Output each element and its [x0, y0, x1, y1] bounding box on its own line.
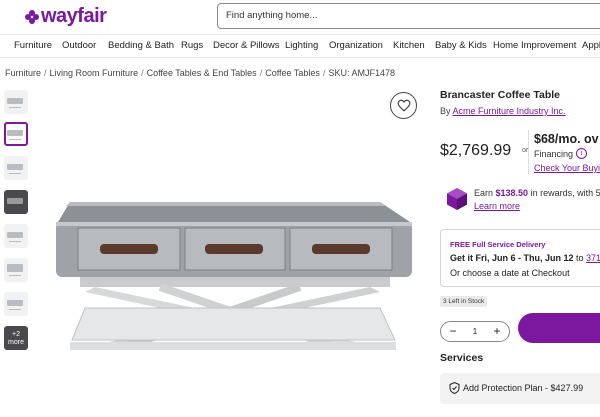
brand-link[interactable]: Acme Furniture Industry Inc.	[453, 106, 566, 116]
delivery-box: FREE Full Service Delivery Get it Fri, J…	[440, 229, 600, 287]
protection-plan-label: Add Protection Plan - $427.99	[463, 383, 584, 393]
nav-item-decor-pillows[interactable]: Decor & Pillows	[213, 40, 280, 51]
nav-item-lighting[interactable]: Lighting	[285, 40, 318, 51]
nav-item-rugs[interactable]: Rugs	[181, 40, 203, 51]
search-input[interactable]: Find anything home...	[217, 3, 600, 29]
breadcrumb-item[interactable]: Coffee Tables	[265, 68, 320, 78]
product-title: Brancaster Coffee Table	[440, 89, 561, 101]
nav-item-organization[interactable]: Organization	[329, 40, 383, 51]
gallery-thumbnail[interactable]	[4, 90, 28, 114]
rewards-gem-icon	[447, 188, 467, 210]
gallery-thumbnail[interactable]	[4, 190, 28, 214]
product-byline: By Acme Furniture Industry Inc.	[440, 106, 566, 116]
price-divider	[528, 130, 529, 174]
monthly-price: $68/mo. ov	[534, 132, 599, 146]
breadcrumb-item[interactable]: Living Room Furniture	[50, 68, 139, 78]
site-header: wayfair Find anything home...	[0, 0, 600, 34]
quantity-value[interactable]: 1	[466, 323, 484, 340]
wayfair-logo[interactable]: wayfair	[25, 5, 107, 28]
info-icon[interactable]: i	[576, 148, 588, 159]
nav-item-bedding-bath[interactable]: Bedding & Bath	[108, 40, 174, 51]
quantity-decrease-button[interactable]: −	[444, 323, 462, 340]
gallery-thumbnail[interactable]	[4, 292, 28, 316]
shield-check-icon	[449, 382, 460, 394]
gallery-thumbnail[interactable]	[4, 258, 28, 282]
learn-more-link[interactable]: Learn more	[474, 201, 520, 211]
heart-icon	[397, 99, 410, 112]
breadcrumb-item[interactable]: Furniture	[5, 68, 41, 78]
gallery-thumbnail[interactable]	[4, 224, 28, 248]
delivery-estimate: Get it Fri, Jun 6 - Thu, Jun 12 to 37128	[450, 253, 600, 263]
gallery-thumbnail[interactable]	[4, 156, 28, 180]
logo-text: wayfair	[41, 5, 107, 27]
nav-item-home-improvement[interactable]: Home Improvement	[493, 40, 576, 51]
add-to-cart-button[interactable]	[518, 313, 600, 343]
breadcrumb: Furniture / Living Room Furniture / Coffee T…	[5, 68, 395, 78]
rewards-text: Earn $138.50 in rewards, with 5%	[474, 188, 600, 198]
rewards-banner: Earn $138.50 in rewards, with 5% Learn m…	[440, 183, 600, 217]
financing-label: Financing i	[534, 148, 588, 159]
stock-badge: 3 Left in Stock	[440, 296, 488, 307]
zip-code-link[interactable]: 37128	[586, 253, 600, 263]
services-heading: Services	[440, 352, 484, 364]
gallery-more-button[interactable]: +2 more	[4, 326, 28, 350]
nav-item-outdoor[interactable]: Outdoor	[62, 40, 96, 51]
protection-plan-option[interactable]: Add Protection Plan - $427.99	[440, 373, 600, 404]
favorite-button[interactable]	[390, 92, 417, 119]
delivery-label: FREE Full Service Delivery	[450, 240, 546, 249]
nav-item-baby-kids[interactable]: Baby & Kids	[435, 40, 487, 51]
nav-item-appliances[interactable]: Appli	[582, 40, 600, 51]
category-nav: Furniture Outdoor Bedding & Bath Rugs De…	[0, 34, 600, 58]
product-price: $2,769.99	[440, 142, 512, 159]
breadcrumb-item[interactable]: Coffee Tables & End Tables	[147, 68, 257, 78]
nav-item-kitchen[interactable]: Kitchen	[393, 40, 425, 51]
check-buying-power-link[interactable]: Check Your Buyin	[534, 163, 600, 173]
sku-label: SKU: AMJF1478	[328, 68, 395, 78]
gallery-thumbnail-active[interactable]	[4, 122, 28, 146]
logo-mark-icon	[25, 9, 39, 24]
nav-item-furniture[interactable]: Furniture	[14, 40, 52, 51]
quantity-increase-button[interactable]: +	[488, 323, 506, 340]
delivery-choose-date: Or choose a date at Checkout	[450, 268, 570, 278]
product-image	[56, 202, 412, 350]
quantity-stepper: − 1 +	[440, 321, 510, 342]
